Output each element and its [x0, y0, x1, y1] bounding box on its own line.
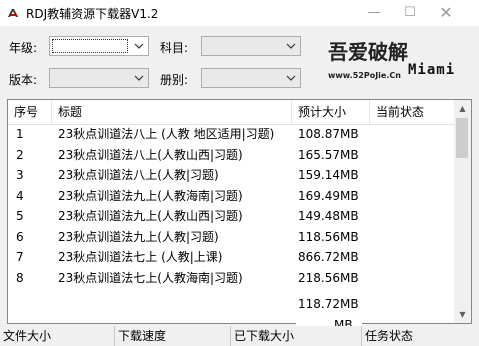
row-size: 866.72MB: [298, 250, 359, 264]
chevron-down-icon: [134, 75, 144, 81]
row-size: 159.14MB: [298, 168, 359, 182]
volume-label: 册别:: [160, 73, 189, 87]
logo: 吾爱破解 www.52PoJie.Cn Miami: [328, 36, 470, 84]
row-state: [374, 268, 454, 288]
edition-label: 版本:: [9, 73, 38, 87]
chevron-down-icon: [134, 43, 144, 49]
scroll-down-icon[interactable]: ▼: [454, 306, 471, 323]
row-title: 23秋点训道法九上(人教|习题): [58, 229, 219, 244]
row-state: [374, 206, 454, 226]
window-title: RDJ教辅资源下载器V1.2: [26, 7, 159, 21]
row-title: 23秋点训道法七上(人教海南|习题): [58, 270, 243, 285]
column-header-state[interactable]: 当前状态: [370, 100, 454, 124]
column-header-no[interactable]: 序号: [8, 100, 52, 124]
row-size: 218.56MB: [298, 270, 359, 285]
column-header-size[interactable]: 预计大小: [292, 100, 370, 124]
row-state: [374, 145, 454, 165]
row-number: 1: [16, 127, 24, 141]
column-header-title[interactable]: 标题: [52, 100, 292, 124]
list-header: 序号 标题 预计大小 当前状态: [8, 100, 454, 125]
logo-mark: 吾爱破解: [328, 40, 408, 64]
grade-label: 年级:: [9, 41, 38, 55]
logo-url: www.52PoJie.Cn: [328, 71, 401, 80]
row-number: 4: [16, 188, 24, 203]
row-state: [374, 247, 454, 267]
row-title: 23秋点训道法八上(人教山西|习题): [58, 147, 243, 162]
status-file-size: 文件大小: [0, 326, 115, 346]
table-row[interactable]: 4 23秋点训道法九上(人教海南|习题) 169.49MB: [8, 186, 454, 207]
row-number: 6: [16, 229, 24, 244]
minimize-button[interactable]: —: [356, 0, 392, 26]
maximize-button[interactable]: ☐: [392, 0, 428, 26]
row-size: 118.56MB: [298, 229, 359, 244]
status-downloaded: 已下载大小: [231, 326, 362, 346]
row-title: 23秋点训道法九上(人教山西|习题): [58, 209, 243, 223]
table-row[interactable]: 6 23秋点训道法九上(人教|习题) 118.56MB: [8, 227, 454, 248]
row-title: 23秋点训道法九上(人教海南|习题): [58, 188, 243, 203]
vertical-scrollbar[interactable]: ▲ ▼: [454, 100, 471, 323]
table-row[interactable]: 7 23秋点训道法七上 (人教|上课) 866.72MB: [8, 247, 454, 268]
logo-name: Miami: [408, 62, 456, 78]
row-state: [374, 186, 454, 206]
close-button[interactable]: ✕: [428, 0, 464, 26]
scroll-up-icon[interactable]: ▲: [454, 100, 471, 117]
row-size: 149.48MB: [298, 209, 359, 223]
row-number: 5: [16, 209, 24, 223]
app-icon: [6, 6, 20, 20]
row-state: [374, 227, 454, 247]
row-number: 3: [16, 168, 24, 182]
row-size: 165.57MB: [298, 147, 359, 162]
edition-select[interactable]: [49, 68, 149, 88]
row-size: 169.49MB: [298, 188, 359, 203]
row-number: 7: [16, 250, 24, 264]
grade-select[interactable]: [49, 36, 149, 56]
scroll-thumb[interactable]: [456, 118, 468, 158]
subject-label: 科目:: [160, 41, 189, 55]
row-title: 23秋点训道法八上(人教|习题): [58, 168, 219, 182]
row-number: 2: [16, 147, 24, 162]
row-title: 23秋点训道法七上 (人教|上课): [58, 250, 223, 264]
table-row[interactable]: 8 23秋点训道法七上(人教海南|习题) 218.56MB: [8, 268, 454, 289]
row-state: [374, 124, 454, 144]
list-rows: 1 23秋点训道法八上 (人教 地区适用|习题) 108.87MB 2 23秋点训道法八…: [8, 124, 454, 288]
overflow-size: 118.72MB: [298, 297, 359, 311]
table-row[interactable]: 3 23秋点训道法八上(人教|习题) 159.14MB: [8, 165, 454, 186]
row-size: 108.87MB: [298, 127, 359, 141]
chevron-down-icon: [286, 43, 296, 49]
table-row[interactable]: 1 23秋点训道法八上 (人教 地区适用|习题) 108.87MB: [8, 124, 454, 145]
grade-select-value: [52, 39, 128, 53]
status-bar: 文件大小 下载速度 已下载大小 任务状态: [0, 326, 479, 346]
status-speed: 下载速度: [115, 326, 231, 346]
row-state: [374, 165, 454, 185]
subject-select[interactable]: [201, 36, 301, 56]
table-row[interactable]: 5 23秋点训道法九上(人教山西|习题) 149.48MB: [8, 206, 454, 227]
status-task-state: 任务状态: [365, 329, 414, 343]
resource-list[interactable]: 序号 标题 预计大小 当前状态 1 23秋点训道法八上 (人教 地区适用|习题) 1…: [7, 99, 472, 324]
table-row[interactable]: 2 23秋点训道法八上(人教山西|习题) 165.57MB: [8, 145, 454, 166]
title-bar: RDJ教辅资源下载器V1.2 — ☐ ✕: [0, 0, 479, 26]
row-title: 23秋点训道法八上 (人教 地区适用|习题): [58, 127, 275, 141]
row-number: 8: [16, 270, 24, 285]
chevron-down-icon: [286, 75, 296, 81]
volume-select[interactable]: [201, 68, 301, 88]
